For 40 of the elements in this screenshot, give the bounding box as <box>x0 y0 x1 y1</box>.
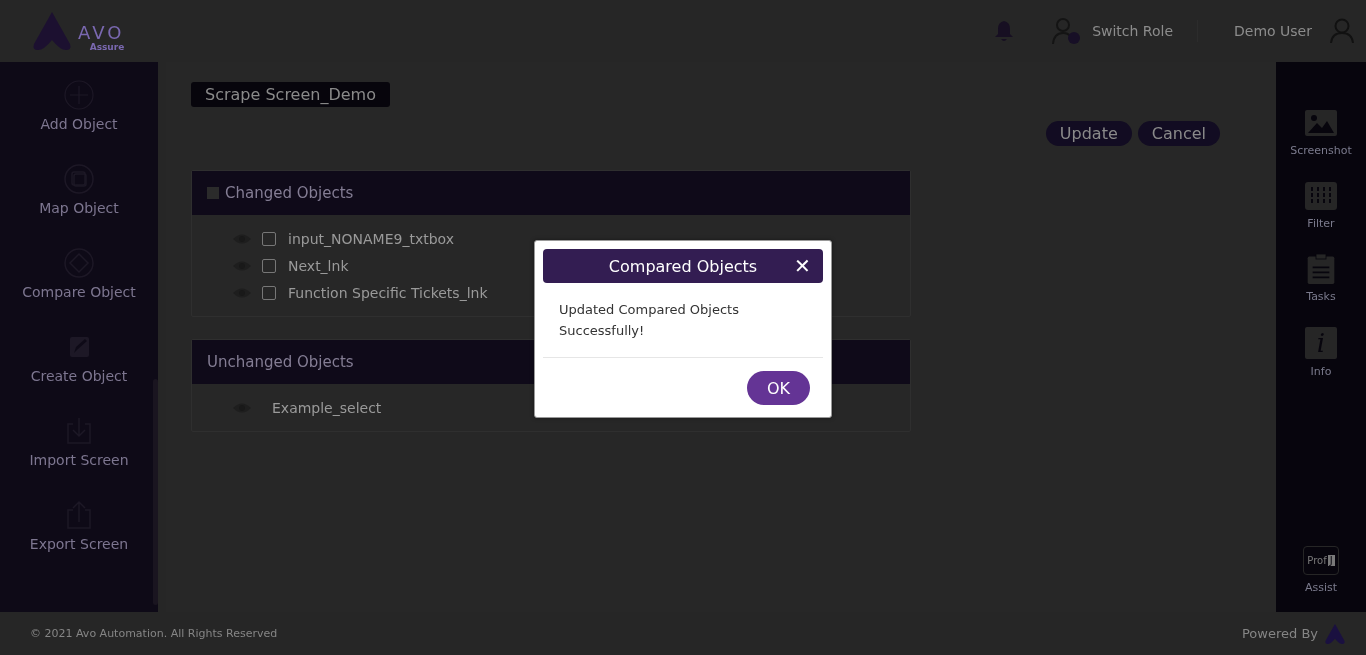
close-button[interactable]: ✕ <box>794 253 811 279</box>
bell-icon[interactable] <box>994 20 1015 42</box>
user-name: Demo User <box>1234 23 1312 39</box>
action-button[interactable]: Update <box>1045 121 1132 146</box>
logo-subtext: Assure <box>89 42 125 52</box>
action-button[interactable]: Cancel <box>1137 121 1220 146</box>
scrollbar[interactable] <box>153 379 158 605</box>
object-name: Function Specific Tickets_lnk <box>288 284 488 301</box>
checkbox[interactable] <box>207 187 219 199</box>
logo-text: AVO <box>78 24 125 42</box>
checkbox[interactable] <box>262 231 276 246</box>
switch-role-button[interactable]: Switch Role <box>1052 17 1174 45</box>
powered-by-text: Powered By <box>1242 626 1318 641</box>
sidebar-item[interactable]: Import Screen <box>29 416 129 468</box>
panel-title: Changed Objects <box>225 184 354 202</box>
sidebar-item[interactable]: Compare Object <box>22 248 136 300</box>
checkbox[interactable] <box>262 285 276 300</box>
assist-icon: Prof J <box>1303 546 1339 575</box>
image-icon <box>1305 108 1337 138</box>
object-name: Example_select <box>272 399 382 416</box>
panel-title: Unchanged Objects <box>207 353 354 371</box>
sidebar-item[interactable]: Add Object <box>40 80 118 132</box>
dialog-message: Updated Compared Objects Successfully! <box>543 283 823 358</box>
object-name: input_NONAME9_txtbox <box>288 230 454 247</box>
sidebar-item[interactable]: Map Object <box>39 164 119 216</box>
filter-icon <box>1305 181 1337 211</box>
screen-title: Scrape Screen_Demo <box>191 82 390 107</box>
clipboard-icon <box>1305 254 1337 284</box>
dialog-title: Compared Objects <box>608 256 758 276</box>
assist-button[interactable]: Prof J Assist <box>1303 546 1339 594</box>
logo-icon <box>1324 622 1346 645</box>
checkbox[interactable] <box>262 258 276 273</box>
sidebar-item[interactable]: Tasks <box>1305 254 1337 303</box>
copyright-text: © 2021 Avo Automation. All Rights Reserved <box>30 627 278 640</box>
object-name: Next_lnk <box>288 257 349 274</box>
ok-button[interactable]: OK <box>747 371 810 405</box>
sidebar-item[interactable]: Screenshot <box>1290 108 1352 157</box>
sidebar-item[interactable]: Export Screen <box>29 500 129 552</box>
sidebar-item[interactable]: Filter <box>1305 181 1337 230</box>
sidebar-item[interactable]: Create Object <box>30 332 128 384</box>
